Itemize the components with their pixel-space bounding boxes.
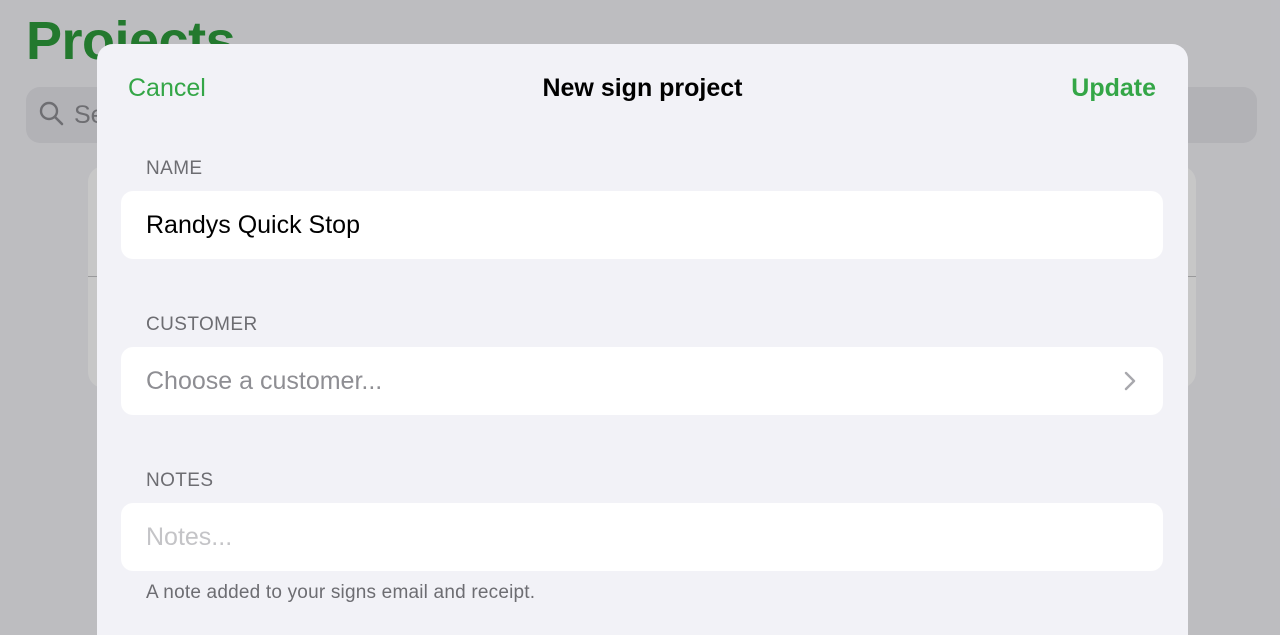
- notes-field[interactable]: Notes...: [121, 503, 1163, 571]
- name-field[interactable]: Randys Quick Stop: [121, 191, 1163, 259]
- notes-placeholder: Notes...: [146, 522, 233, 551]
- update-button[interactable]: Update: [1071, 72, 1156, 104]
- notes-section-label: NOTES: [146, 470, 214, 491]
- new-project-sheet: Cancel New sign project Update NAME Rand…: [97, 44, 1188, 635]
- name-section-label: NAME: [146, 158, 203, 179]
- name-field-value: Randys Quick Stop: [146, 210, 360, 239]
- chevron-right-icon: [1123, 370, 1137, 392]
- customer-placeholder: Choose a customer...: [146, 366, 383, 395]
- sheet-title: New sign project: [542, 74, 743, 102]
- customer-picker[interactable]: Choose a customer...: [121, 347, 1163, 415]
- notes-footnote: A note added to your signs email and rec…: [146, 582, 536, 603]
- customer-section-label: CUSTOMER: [146, 314, 258, 335]
